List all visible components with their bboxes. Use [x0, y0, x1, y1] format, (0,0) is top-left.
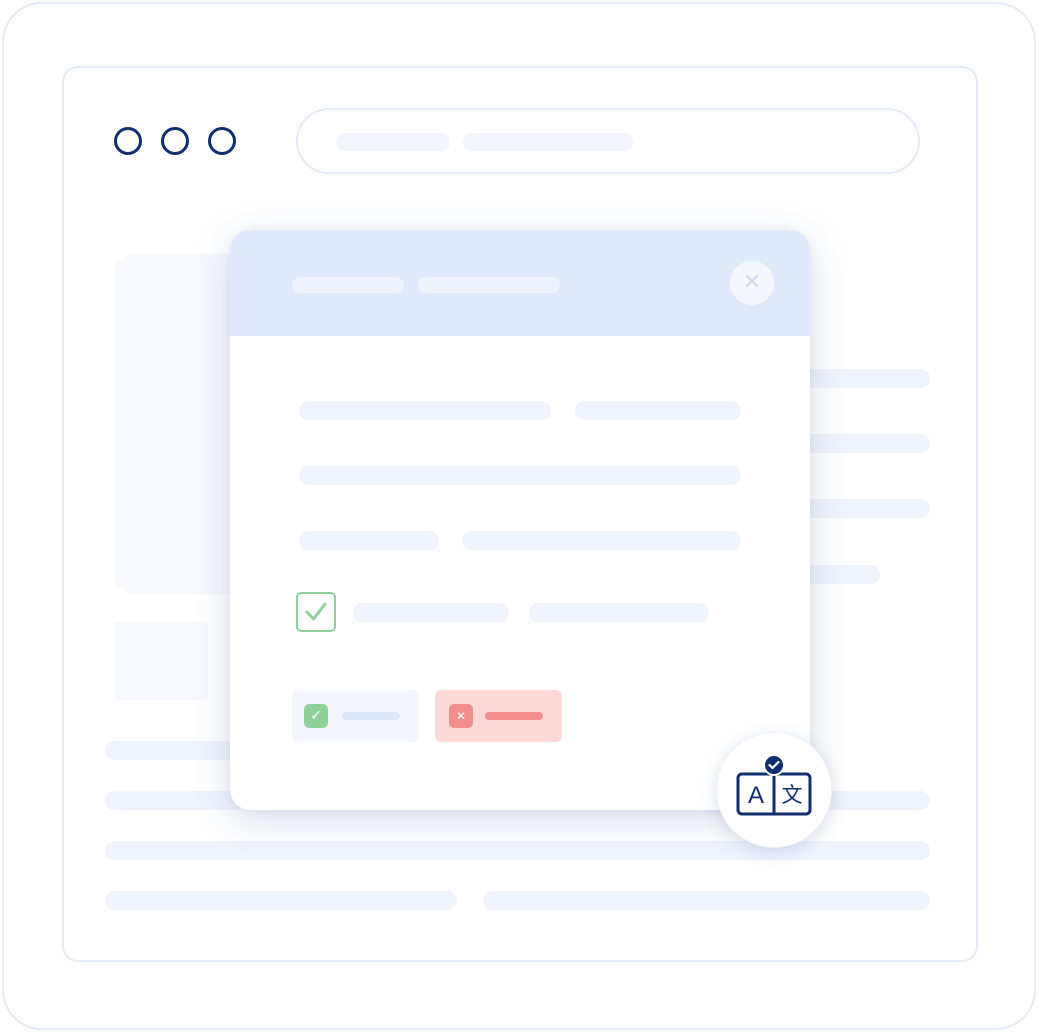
dialog-text-line — [299, 401, 551, 420]
close-icon: ✕ — [742, 270, 762, 295]
window-dot[interactable] — [114, 127, 142, 155]
window-dot[interactable] — [208, 127, 236, 155]
checkbox-label-line — [529, 603, 709, 622]
check-icon: ✓ — [304, 704, 328, 728]
background-text-line — [800, 434, 930, 453]
checkmark-icon — [305, 602, 327, 621]
address-placeholder-line — [336, 133, 450, 151]
background-text-line — [105, 791, 245, 810]
translate-glyph-cjk: 文 — [782, 783, 803, 807]
background-text-line — [800, 369, 930, 388]
dialog-text-line — [299, 466, 741, 485]
window-dot[interactable] — [161, 127, 189, 155]
accept-label-placeholder — [342, 712, 400, 720]
background-text-line — [800, 499, 930, 518]
dialog-title-placeholder — [418, 277, 560, 293]
translate-button[interactable]: A 文 — [716, 732, 832, 848]
close-icon: ✕ — [449, 704, 473, 728]
consent-checkbox[interactable] — [296, 592, 336, 632]
reject-label-placeholder — [485, 712, 543, 720]
checkbox-label-line — [353, 603, 509, 622]
background-text-line — [483, 891, 930, 910]
translate-glyph-latin: A — [748, 782, 764, 809]
dialog-text-line — [462, 531, 741, 550]
translate-icon: A 文 — [736, 754, 812, 816]
dialog-title-placeholder — [292, 277, 404, 293]
dialog-text-line — [575, 401, 741, 420]
address-placeholder-line — [463, 133, 633, 151]
background-thumbnail-placeholder — [114, 622, 208, 700]
close-button[interactable]: ✕ — [730, 261, 774, 305]
reject-button[interactable]: ✕ — [435, 690, 562, 742]
background-text-line — [105, 891, 457, 910]
dialog-text-line — [299, 531, 439, 550]
background-text-line — [800, 565, 880, 584]
accept-button[interactable]: ✓ — [292, 690, 419, 742]
background-text-line — [105, 741, 245, 760]
